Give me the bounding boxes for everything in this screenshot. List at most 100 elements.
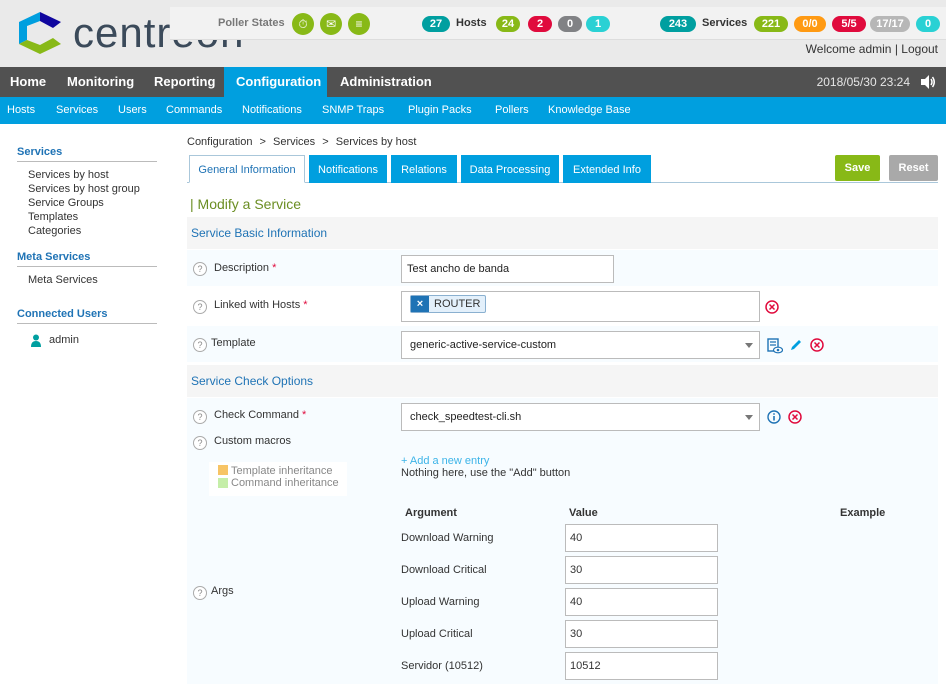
- clock-icon[interactable]: ⏱: [292, 13, 314, 35]
- help-icon[interactable]: ?: [193, 262, 207, 276]
- breadcrumb-sep: >: [322, 136, 329, 148]
- sidebar-item-services-by-host[interactable]: Services by host: [28, 169, 109, 181]
- logout-link[interactable]: Logout: [901, 42, 938, 56]
- tab-general-information[interactable]: General Information: [189, 155, 305, 183]
- help-icon[interactable]: ?: [193, 586, 207, 600]
- arg-name: Upload Warning: [401, 596, 480, 608]
- clear-icon[interactable]: [788, 410, 802, 424]
- hosts-down-badge[interactable]: 2: [528, 16, 552, 32]
- services-unknown-badge[interactable]: 17/17: [870, 16, 910, 32]
- subnav-pollers[interactable]: Pollers: [495, 104, 529, 116]
- separator: |: [894, 42, 898, 56]
- main-nav: Home Monitoring Reporting Configuration …: [0, 67, 946, 97]
- info-icon[interactable]: [767, 410, 781, 424]
- template-select[interactable]: generic-active-service-custom: [401, 331, 760, 359]
- arg-value-input[interactable]: 30: [565, 620, 718, 648]
- args-header-value: Value: [569, 507, 598, 519]
- breadcrumb: Configuration > Services > Services by h…: [187, 136, 416, 148]
- template-select-value: generic-active-service-custom: [410, 339, 557, 351]
- section-basic-info: Service Basic Information: [187, 217, 938, 249]
- args-header-argument: Argument: [405, 507, 457, 519]
- template-inheritance-label: Template inheritance: [231, 465, 333, 477]
- table-row: Upload Critical 30: [399, 619, 936, 651]
- subnav-notifications[interactable]: Notifications: [242, 104, 302, 116]
- help-icon[interactable]: ?: [193, 436, 207, 450]
- tab-extended-info[interactable]: Extended Info: [563, 155, 651, 183]
- custom-macros-label: Custom macros: [214, 435, 292, 447]
- services-ok-badge[interactable]: 221: [754, 16, 788, 32]
- hosts-total-badge[interactable]: 27: [422, 16, 450, 32]
- subnav-services[interactable]: Services: [56, 104, 98, 116]
- help-icon[interactable]: ?: [193, 410, 207, 424]
- check-command-value: check_speedtest-cli.sh: [410, 411, 522, 423]
- connected-user[interactable]: admin: [49, 334, 79, 346]
- sidebar-item-services-by-host-group[interactable]: Services by host group: [28, 183, 140, 195]
- clock: 2018/05/30 23:24: [816, 75, 910, 89]
- arg-name: Download Warning: [401, 532, 494, 544]
- breadcrumb-configuration[interactable]: Configuration: [187, 136, 252, 148]
- speaker-icon[interactable]: [920, 74, 936, 90]
- sidebar-item-service-groups[interactable]: Service Groups: [28, 197, 104, 209]
- subnav-commands[interactable]: Commands: [166, 104, 222, 116]
- tab-notifications[interactable]: Notifications: [309, 155, 387, 183]
- section-check-options: Service Check Options: [187, 365, 938, 397]
- services-label[interactable]: Services: [702, 17, 747, 29]
- check-command-select[interactable]: check_speedtest-cli.sh: [401, 403, 760, 431]
- sidebar-services-title: Services: [17, 146, 157, 162]
- nav-configuration[interactable]: Configuration: [224, 67, 327, 97]
- services-total-badge[interactable]: 243: [660, 16, 696, 32]
- tab-data-processing[interactable]: Data Processing: [461, 155, 559, 183]
- arg-value-input[interactable]: 30: [565, 556, 718, 584]
- arg-value-input[interactable]: 40: [565, 588, 718, 616]
- inheritance-legend: Template inheritance Command inheritance: [209, 462, 347, 496]
- table-row: Servidor (10512) 10512: [399, 651, 936, 683]
- nav-monitoring[interactable]: Monitoring: [57, 67, 144, 97]
- hosts-pending-badge[interactable]: 1: [586, 16, 610, 32]
- remove-chip-icon[interactable]: ×: [411, 296, 429, 312]
- linked-hosts-label: Linked with Hosts *: [214, 299, 308, 311]
- subnav-hosts[interactable]: Hosts: [7, 104, 35, 116]
- welcome-text: Welcome admin: [805, 42, 892, 56]
- hosts-unreachable-badge[interactable]: 0: [558, 16, 582, 32]
- sidebar-item-meta-services[interactable]: Meta Services: [28, 274, 98, 286]
- arg-value-input[interactable]: 10512: [565, 652, 718, 680]
- reset-button[interactable]: Reset: [889, 155, 938, 181]
- services-pending-badge[interactable]: 0: [916, 16, 940, 32]
- sidebar-item-categories[interactable]: Categories: [28, 225, 81, 237]
- linked-hosts-input[interactable]: × ROUTER: [401, 291, 760, 322]
- table-row: Download Critical 30: [399, 555, 936, 587]
- hosts-label[interactable]: Hosts: [456, 17, 487, 29]
- help-icon[interactable]: ?: [193, 300, 207, 314]
- breadcrumb-services[interactable]: Services: [273, 136, 315, 148]
- save-button[interactable]: Save: [835, 155, 880, 181]
- subnav-users[interactable]: Users: [118, 104, 147, 116]
- add-entry-link[interactable]: + Add a new entry: [401, 455, 489, 467]
- clear-icon[interactable]: [810, 338, 824, 352]
- chevron-down-icon: [745, 415, 753, 420]
- command-inheritance-label: Command inheritance: [231, 477, 339, 489]
- table-row: Upload Warning 40: [399, 587, 936, 619]
- clear-icon[interactable]: [765, 300, 779, 314]
- edit-pencil-icon[interactable]: [789, 338, 803, 352]
- database-icon[interactable]: ≡: [348, 13, 370, 35]
- arg-value-input[interactable]: 40: [565, 524, 718, 552]
- subnav-knowledge-base[interactable]: Knowledge Base: [548, 104, 631, 116]
- services-warning-badge[interactable]: 0/0: [794, 16, 826, 32]
- args-label: Args: [211, 585, 234, 597]
- tab-relations[interactable]: Relations: [391, 155, 457, 183]
- description-label: Description *: [214, 262, 277, 274]
- help-icon[interactable]: ?: [193, 338, 207, 352]
- description-input[interactable]: Test ancho de banda: [401, 255, 614, 283]
- subnav-snmp-traps[interactable]: SNMP Traps: [322, 104, 384, 116]
- envelope-icon[interactable]: ✉: [320, 13, 342, 35]
- services-critical-badge[interactable]: 5/5: [832, 16, 866, 32]
- nav-home[interactable]: Home: [0, 67, 56, 97]
- sidebar-item-templates[interactable]: Templates: [28, 211, 78, 223]
- subnav-plugin-packs[interactable]: Plugin Packs: [408, 104, 472, 116]
- view-template-icon[interactable]: [767, 338, 783, 354]
- breadcrumb-services-by-host[interactable]: Services by host: [336, 136, 417, 148]
- section-basic-info-title: Service Basic Information: [191, 226, 328, 240]
- nav-administration[interactable]: Administration: [330, 67, 442, 97]
- nav-reporting[interactable]: Reporting: [144, 67, 225, 97]
- hosts-up-badge[interactable]: 24: [496, 16, 520, 32]
